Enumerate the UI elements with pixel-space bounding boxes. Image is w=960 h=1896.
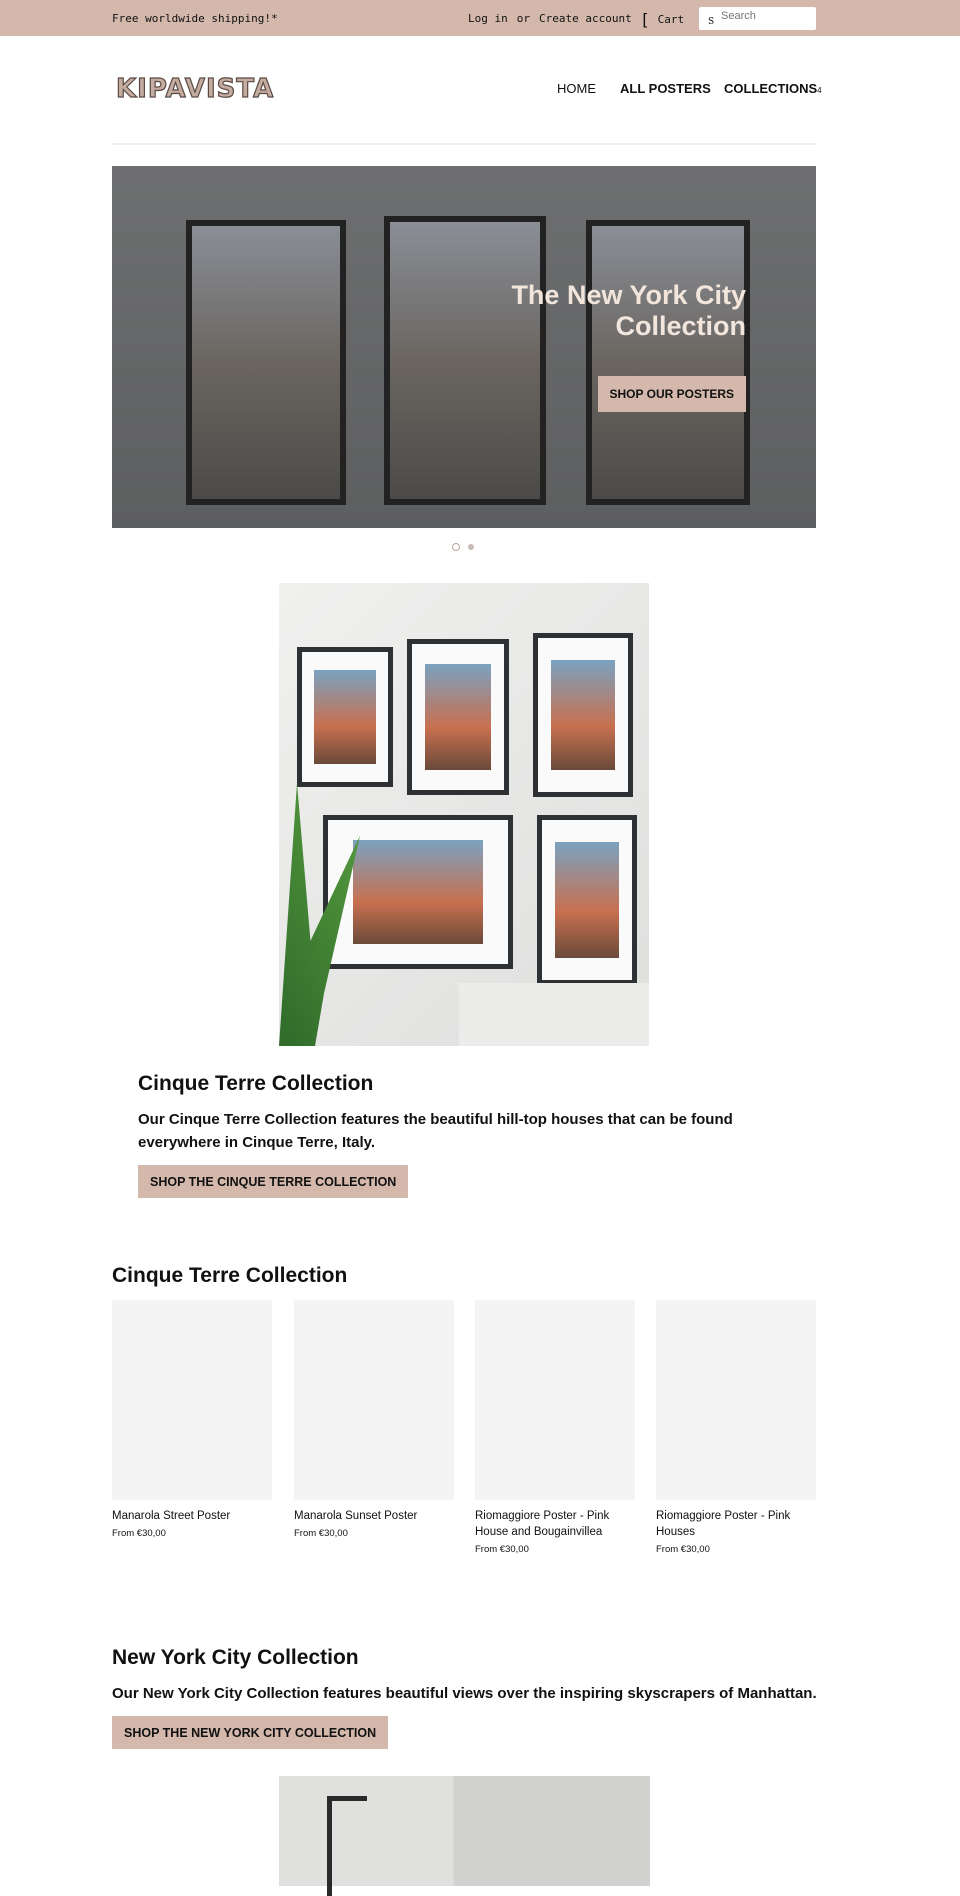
login-link[interactable]: Log in	[468, 12, 508, 25]
nav-home[interactable]: HOME	[557, 81, 596, 96]
shop-nyc-button[interactable]: SHOP THE NEW YORK CITY COLLECTION	[112, 1716, 389, 1749]
hero-frame	[186, 220, 346, 505]
product-image[interactable]	[656, 1300, 816, 1500]
product-price: From €30,00	[294, 1528, 348, 1539]
nav-collections[interactable]: COLLECTIONS4	[724, 81, 822, 96]
nyc-title: New York City Collection	[112, 1646, 359, 1669]
product-card[interactable]: Riomaggiore Poster - Pink Houses From €30…	[656, 1300, 816, 1555]
nav-collections-label: COLLECTIONS	[724, 81, 818, 96]
product-name[interactable]: Riomaggiore Poster - Pink House and Boug…	[475, 1508, 635, 1540]
product-image[interactable]	[475, 1300, 635, 1500]
hero-slideshow[interactable]: The New York City Collection SHOP OUR POS…	[112, 166, 816, 528]
product-name[interactable]: Manarola Street Poster	[112, 1508, 272, 1524]
featured-text: Our Cinque Terre Collection features the…	[138, 1111, 733, 1151]
product-image[interactable]	[294, 1300, 454, 1500]
product-card[interactable]: Riomaggiore Poster - Pink House and Boug…	[475, 1300, 635, 1555]
nyc-text: Our New York City Collection features be…	[112, 1685, 817, 1702]
featured-title: Cinque Terre Collection	[138, 1072, 374, 1095]
product-name[interactable]: Manarola Sunset Poster	[294, 1508, 454, 1524]
product-card[interactable]: Manarola Sunset Poster From €30,00	[294, 1300, 454, 1539]
shipping-notice: Free worldwide shipping!*	[112, 12, 278, 25]
announcement-bar: Free worldwide shipping!* Log in or Create…	[0, 0, 960, 36]
account-links: Log in or Create account	[468, 12, 641, 25]
product-price: From €30,00	[656, 1544, 710, 1555]
products-section-title: Cinque Terre Collection	[112, 1264, 348, 1287]
search-box[interactable]: S	[699, 7, 816, 30]
product-price: From €30,00	[475, 1544, 529, 1555]
hero-frame	[586, 220, 750, 505]
hero-frame	[384, 216, 546, 505]
product-price: From €30,00	[112, 1528, 166, 1539]
product-name[interactable]: Riomaggiore Poster - Pink Houses	[656, 1508, 816, 1540]
slide-dot-2[interactable]	[468, 544, 474, 550]
create-account-link[interactable]: Create account	[539, 12, 632, 25]
or-text: or	[516, 12, 530, 25]
logo[interactable]: KIPAVISTA	[115, 73, 274, 104]
search-input[interactable]	[721, 10, 811, 22]
shop-our-posters-button[interactable]: SHOP OUR POSTERS	[597, 376, 746, 412]
nyc-image	[279, 1776, 650, 1896]
hero-title: The New York City Collection	[511, 280, 746, 341]
chevron-down-icon: 4	[817, 86, 822, 95]
nav-all-posters[interactable]: ALL POSTERS	[620, 81, 711, 96]
search-icon: S	[708, 17, 715, 27]
product-image[interactable]	[112, 1300, 272, 1500]
cart-link[interactable]: [ Cart	[640, 10, 684, 29]
featured-image	[279, 583, 649, 1046]
product-card[interactable]: Manarola Street Poster From €30,00	[112, 1300, 272, 1539]
cart-label: Cart	[657, 13, 685, 26]
cart-icon: [	[640, 10, 650, 29]
divider	[112, 143, 816, 145]
shop-cinque-terre-button[interactable]: SHOP THE CINQUE TERRE COLLECTION	[138, 1165, 409, 1198]
slide-dot-1[interactable]	[452, 543, 460, 551]
